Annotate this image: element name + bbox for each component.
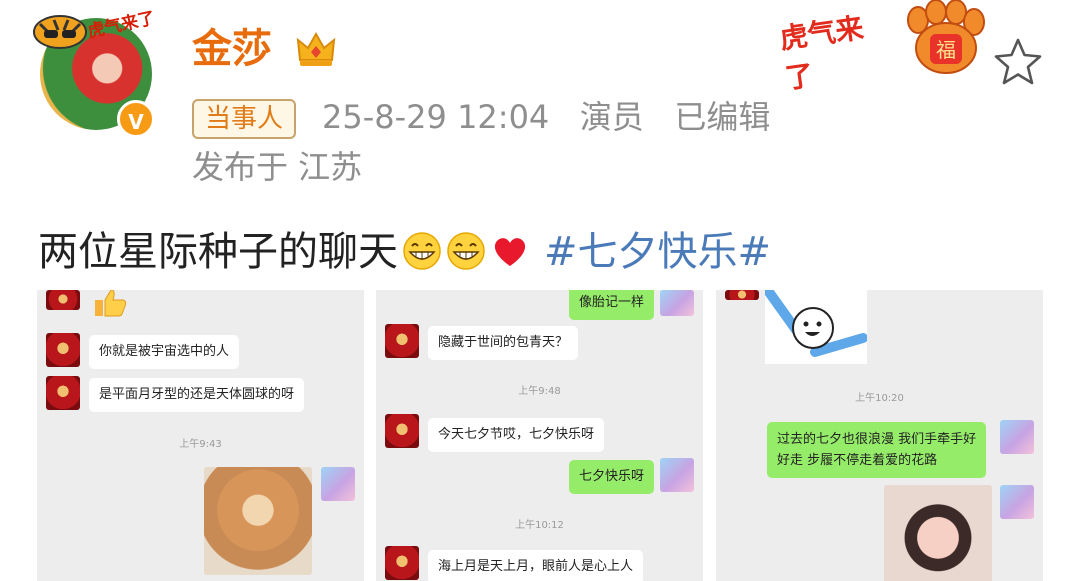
chat-timestamp: 上午9:48 bbox=[518, 386, 561, 397]
message-bubble: 你就是被宇宙选中的人 bbox=[89, 335, 240, 369]
message-bubble: 今天七夕节哎，七夕快乐呀 bbox=[428, 418, 605, 452]
self-avatar bbox=[1000, 485, 1034, 519]
self-avatar bbox=[1000, 420, 1034, 454]
dog-photo bbox=[204, 467, 312, 575]
username[interactable]: 金莎 bbox=[192, 24, 272, 74]
post-body: 两位星际种子的聊天 bbox=[38, 229, 398, 275]
contact-avatar bbox=[725, 290, 759, 300]
thumbs-up-emoji bbox=[95, 290, 127, 317]
post-meta: 25-8-29 12:04 演员 已编辑 bbox=[322, 98, 771, 136]
message-bubble: 隐藏于世间的包青天？ bbox=[428, 326, 579, 360]
chat-timestamp: 上午10:20 bbox=[855, 393, 904, 404]
avatar-sticker-text: 虎气来了 bbox=[86, 8, 157, 43]
contact-avatar bbox=[46, 376, 80, 410]
svg-text:福: 福 bbox=[936, 38, 956, 62]
heart-emoji bbox=[494, 238, 526, 266]
paw-icon: 福 bbox=[907, 0, 985, 74]
cheer-sticker-icon bbox=[764, 290, 868, 357]
tiger-sticker-text: 虎气来了 bbox=[777, 11, 866, 96]
role-badge: 当事人 bbox=[192, 99, 297, 139]
message-bubble: 是平面月牙型的还是天体圆球的呀 bbox=[89, 378, 305, 412]
girl-photo bbox=[884, 485, 992, 581]
contact-avatar bbox=[46, 290, 80, 310]
contact-avatar bbox=[385, 414, 419, 448]
contact-avatar bbox=[385, 324, 419, 358]
message-bubble: 七夕快乐呀 bbox=[568, 460, 654, 494]
contact-avatar bbox=[46, 333, 80, 367]
star-icon[interactable] bbox=[992, 36, 1044, 88]
post-text: 两位星际种子的聊天 #七夕快乐# bbox=[38, 224, 771, 280]
chat-timestamp: 上午9:43 bbox=[179, 439, 222, 450]
grin-emoji bbox=[447, 232, 485, 270]
post-location: 发布于 江苏 bbox=[192, 148, 363, 186]
grin-emoji bbox=[403, 232, 441, 270]
crown-icon bbox=[296, 31, 336, 66]
chat-screenshot-3[interactable]: 上午10:20 过去的七夕也很浪漫 我们手牵手好 好走 步履不停走着爱的花路 bbox=[716, 290, 1043, 581]
chat-screenshot-2[interactable]: 像胎记一样 隐藏于世间的包青天？ 上午9:48 今天七夕节哎，七夕快乐呀 七夕快… bbox=[376, 290, 703, 581]
tiger-hat-icon bbox=[33, 15, 87, 49]
chat-screenshot-1[interactable]: 你就是被宇宙选中的人 是平面月牙型的还是天体圆球的呀 上午9:43 bbox=[37, 290, 364, 581]
contact-avatar bbox=[385, 546, 419, 580]
sticker-image bbox=[764, 290, 868, 364]
verified-icon: V bbox=[117, 100, 155, 138]
chat-timestamp: 上午10:12 bbox=[515, 520, 564, 531]
self-avatar bbox=[660, 458, 694, 492]
hashtag-link[interactable]: #七夕快乐# bbox=[544, 229, 771, 275]
message-bubble: 过去的七夕也很浪漫 我们手牵手好 好走 步履不停走着爱的花路 bbox=[767, 422, 987, 478]
self-avatar bbox=[660, 290, 694, 316]
message-bubble: 海上月是天上月，眼前人是心上人 bbox=[428, 550, 644, 581]
self-avatar bbox=[321, 467, 355, 501]
message-bubble: 像胎记一样 bbox=[568, 290, 654, 320]
